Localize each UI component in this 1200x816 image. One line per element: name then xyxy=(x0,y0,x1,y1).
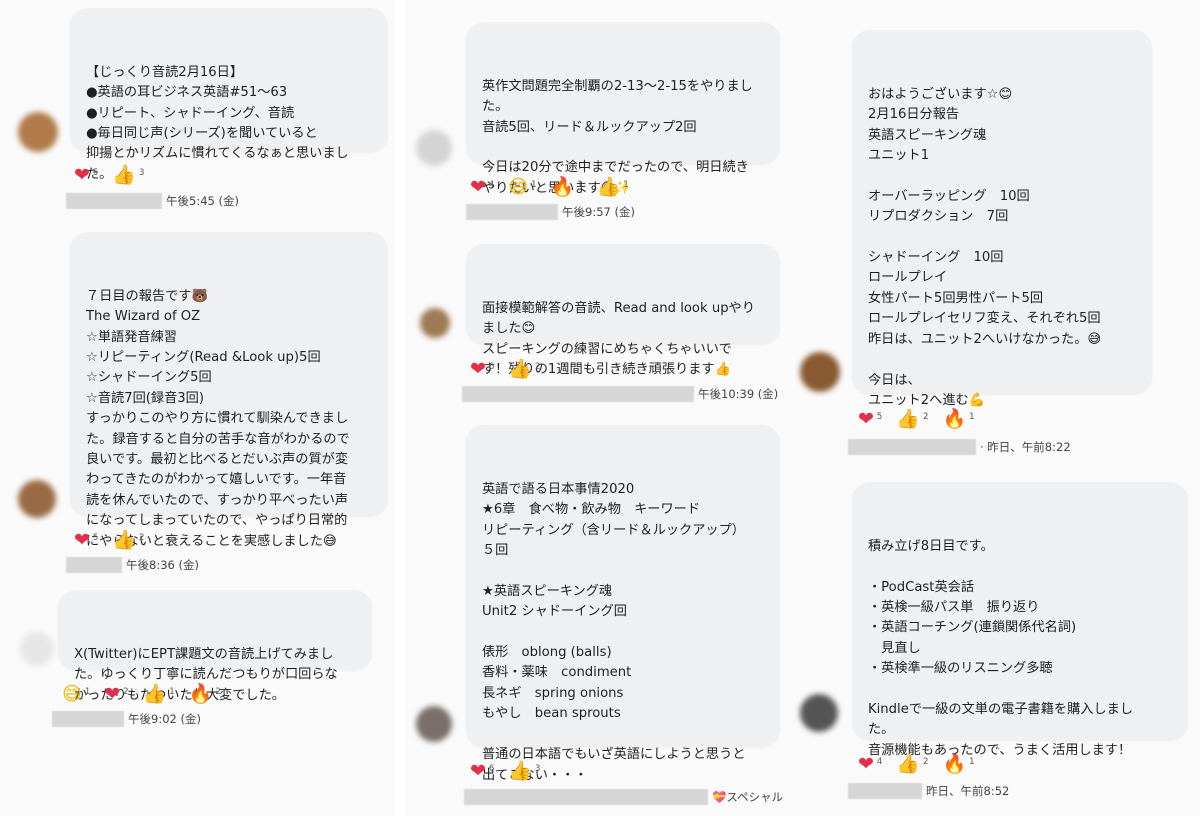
redacted-username xyxy=(466,204,558,220)
heart-icon: ❤ xyxy=(104,683,121,705)
redacted-username xyxy=(848,439,976,455)
reaction-heart[interactable]: ❤ 5 xyxy=(858,408,882,430)
reaction-heart[interactable]: ❤ 6 xyxy=(470,358,494,380)
reaction-thumbs-up[interactable]: 👍 1 xyxy=(143,683,175,705)
heart-icon: ❤ xyxy=(858,753,874,775)
reaction-thumbs-up[interactable]: 👍 2 xyxy=(508,358,540,380)
reaction-thumbs-up[interactable]: 👍 2 xyxy=(896,753,928,775)
avatar[interactable] xyxy=(416,130,452,166)
thumbs-up-icon: 👍 xyxy=(896,753,921,775)
reaction-row: ❤ 6 👍 3 xyxy=(470,758,554,784)
reaction-heart[interactable]: ❤ 5 xyxy=(74,164,98,186)
reaction-row: 😄 1 ❤ 2 👍 1 🔥 2 xyxy=(62,681,235,707)
reaction-grin[interactable]: 😄 1 xyxy=(62,683,90,705)
avatar[interactable] xyxy=(800,352,840,392)
avatar[interactable] xyxy=(420,308,450,338)
message-meta: 💝スペシャル xyxy=(464,788,783,806)
message-text: 積み立げ8日目です。 ・PodCast英会話 ・英検一級パス単 振り返り ・英語… xyxy=(868,538,1134,758)
avatar[interactable] xyxy=(18,112,58,152)
timestamp: 昨日、午前8:52 xyxy=(926,784,1010,798)
reaction-heart[interactable]: ❤ 2 xyxy=(104,683,128,705)
message-meta: · 昨日、午前8:22 xyxy=(848,438,1071,456)
reaction-heart[interactable]: ❤ 5 xyxy=(74,529,98,551)
avatar[interactable] xyxy=(800,694,838,732)
thumbs-up-icon: 👍 xyxy=(896,408,921,430)
reaction-heart[interactable]: ❤ 6 xyxy=(470,760,494,782)
message-bubble[interactable]: 英語で語る日本事情2020 ★6章 食べ物・飲み物 キーワード リピーティング（… xyxy=(466,425,780,783)
thumbs-up-icon: 👍 xyxy=(596,176,621,198)
redacted-username xyxy=(848,783,922,799)
message-bubble[interactable]: 【じっくり音読2月16日】 ●英語の耳ビジネス英語#51～63 ●リピート、シャ… xyxy=(70,8,388,182)
timestamp: 午後9:57 (金) xyxy=(562,205,635,219)
message-text: 英語で語る日本事情2020 ★6章 食べ物・飲み物 キーワード リピーティング（… xyxy=(482,481,746,783)
timestamp: · 昨日、午前8:22 xyxy=(980,440,1071,454)
message-meta: 昨日、午前8:52 xyxy=(848,782,1009,800)
thumbs-up-icon: 👍 xyxy=(112,529,137,551)
special-label: 💝スペシャル xyxy=(712,790,784,804)
thumbs-up-icon: 👍 xyxy=(508,358,533,380)
avatar[interactable] xyxy=(18,480,56,518)
message-bubble[interactable]: おはようございます☆😊 2月16日分報告 英語スピーキング魂 ユニット1 オーバ… xyxy=(852,30,1152,408)
reaction-thumbs-up[interactable]: 👍 1 xyxy=(597,176,629,198)
reaction-fire[interactable]: 🔥 2 xyxy=(189,683,221,705)
heart-icon: ❤ xyxy=(470,358,486,380)
reaction-row: ❤ 6 👍 2 xyxy=(470,356,554,382)
reaction-thumbs-up[interactable]: 👍 3 xyxy=(112,164,144,186)
timestamp: 午後10:39 (金) xyxy=(698,387,779,401)
message-text: おはようございます☆😊 2月16日分報告 英語スピーキング魂 ユニット1 オーバ… xyxy=(868,86,1102,408)
fire-icon: 🔥 xyxy=(942,408,967,430)
heart-icon: ❤ xyxy=(858,408,874,430)
redacted-username xyxy=(462,386,694,402)
message-meta: 午後5:45 (金) xyxy=(66,192,239,210)
reaction-row: ❤ 4 👍 2 🔥 1 xyxy=(858,751,989,777)
timestamp: 午後9:02 (金) xyxy=(128,712,201,726)
reaction-fire[interactable]: 🔥 1 xyxy=(942,408,974,430)
reaction-row: ❤ 5 👍 3 xyxy=(74,162,158,188)
message-bubble[interactable]: 積み立げ8日目です。 ・PodCast英会話 ・英検一級パス単 振り返り ・英語… xyxy=(852,482,1188,758)
heart-icon: ❤ xyxy=(470,176,486,198)
message-meta: 午後9:02 (金) xyxy=(52,710,201,728)
reaction-thumbs-up[interactable]: 👍 2 xyxy=(112,529,144,551)
redacted-username xyxy=(52,711,124,727)
avatar[interactable] xyxy=(416,706,452,742)
timestamp: 午後8:36 (金) xyxy=(126,558,199,572)
reaction-row: ❤ 5 👍 2 xyxy=(74,527,158,553)
redacted-username xyxy=(66,557,122,573)
reaction-row: ❤ 4 😄 1 🔥 1 👍 1 xyxy=(470,174,643,200)
fire-icon: 🔥 xyxy=(188,683,213,705)
reaction-fire[interactable]: 🔥 1 xyxy=(942,753,974,775)
message-bubble[interactable]: ７日目の報告です🐻 The Wizard of OZ ☆単語発音練習 ☆リピーテ… xyxy=(70,232,388,549)
message-meta: 午後9:57 (金) xyxy=(466,203,635,221)
avatar[interactable] xyxy=(20,632,54,666)
reaction-fire[interactable]: 🔥 1 xyxy=(551,176,583,198)
thumbs-up-icon: 👍 xyxy=(508,760,533,782)
redacted-username xyxy=(464,789,708,805)
thumbs-up-icon: 👍 xyxy=(142,683,167,705)
reaction-heart[interactable]: ❤ 4 xyxy=(858,753,882,775)
reaction-thumbs-up[interactable]: 👍 3 xyxy=(508,760,540,782)
grin-icon: 😄 xyxy=(508,176,529,198)
message-bubble[interactable]: X(Twitter)にEPT課題文の音読上げてみまし た。ゆっくり丁寧に読んだつ… xyxy=(58,590,372,703)
heart-icon: ❤ xyxy=(74,529,90,551)
message-meta: 午後10:39 (金) xyxy=(462,385,778,403)
message-bubble[interactable]: 英作文問題完全制覇の2-13～2-15をやりまし た。 音読5回、リード＆ルック… xyxy=(466,22,780,196)
message-text: ７日目の報告です🐻 The Wizard of OZ ☆単語発音練習 ☆リピーテ… xyxy=(86,288,350,549)
reaction-thumbs-up[interactable]: 👍 2 xyxy=(896,408,928,430)
heart-icon: ❤ xyxy=(470,760,486,782)
timestamp: 午後5:45 (金) xyxy=(166,194,239,208)
redacted-username xyxy=(66,193,162,209)
message-bubble[interactable]: 面接模範解答の音読、Read and look upやり ました😊 スピーキング… xyxy=(466,244,780,377)
reaction-heart[interactable]: ❤ 4 xyxy=(470,176,494,198)
reaction-grin[interactable]: 😄 1 xyxy=(508,176,536,198)
message-meta: 午後8:36 (金) xyxy=(66,556,199,574)
heart-icon: ❤ xyxy=(74,164,90,186)
grin-icon: 😄 xyxy=(62,683,82,705)
thumbs-up-icon: 👍 xyxy=(112,164,137,186)
reaction-row: ❤ 5 👍 2 🔥 1 xyxy=(858,406,989,432)
fire-icon: 🔥 xyxy=(942,753,967,775)
fire-icon: 🔥 xyxy=(550,176,575,198)
